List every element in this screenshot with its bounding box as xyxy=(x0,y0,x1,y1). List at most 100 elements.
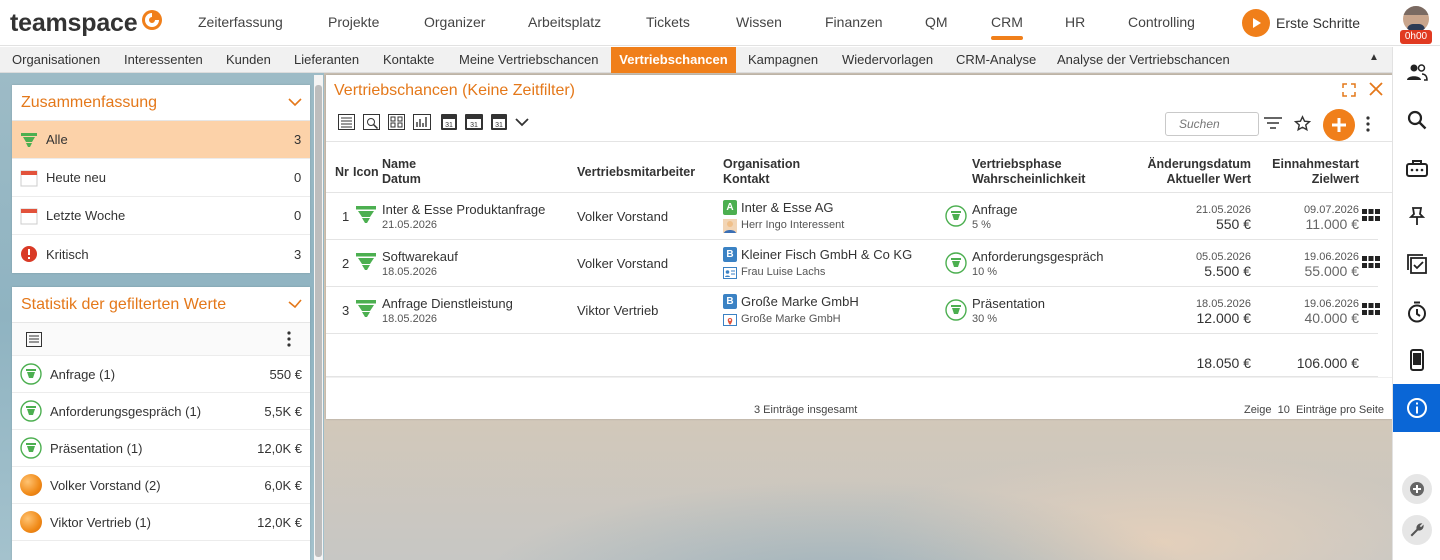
nav-finanzen[interactable]: Finanzen xyxy=(825,14,883,30)
mobile-phone-icon[interactable] xyxy=(1393,341,1440,379)
subnav-kampagnen[interactable]: Kampagnen xyxy=(748,47,818,73)
subnav-wiedervorlagen[interactable]: Wiedervorlagen xyxy=(842,47,933,73)
subnav-interessenten[interactable]: Interessenten xyxy=(124,47,203,73)
summary-title[interactable]: Zusammenfassung xyxy=(12,85,310,121)
grid-menu-icon[interactable] xyxy=(1362,256,1380,270)
col-probability[interactable]: Wahrscheinlichkeit xyxy=(972,172,1085,187)
list-view-icon[interactable] xyxy=(338,114,355,130)
stats-item-anfrage[interactable]: Anfrage (1) 550 € xyxy=(12,356,310,393)
row-organisation[interactable]: Große Marke GmbH xyxy=(741,294,859,309)
calendar-month-icon[interactable]: 31 xyxy=(491,114,507,130)
stats-item-viktor-vertrieb[interactable]: Viktor Vertrieb (1) 12,0K € xyxy=(12,504,310,541)
expand-icon[interactable] xyxy=(1342,83,1356,97)
user-avatar[interactable]: 0h00 xyxy=(1400,6,1432,44)
nav-tickets[interactable]: Tickets xyxy=(646,14,690,30)
row-organisation[interactable]: Inter & Esse AG xyxy=(741,200,834,215)
pin-icon[interactable] xyxy=(1393,197,1440,235)
subnav-analyse-vertriebschancen[interactable]: Analyse der Vertriebschancen xyxy=(1057,47,1230,73)
search-input[interactable]: Suchen xyxy=(1165,112,1259,136)
collapse-up-icon[interactable]: ▲ xyxy=(1369,52,1379,63)
star-icon[interactable] xyxy=(1294,115,1311,132)
subnav-kontakte[interactable]: Kontakte xyxy=(383,47,434,73)
subnav-vertriebschancen[interactable]: Vertriebschancen xyxy=(611,47,736,73)
subnav-organisationen[interactable]: Organisationen xyxy=(12,47,100,73)
table-row[interactable]: 1 Inter & Esse Produktanfrage 21.05.2026… xyxy=(326,193,1380,240)
col-name[interactable]: Name xyxy=(382,157,416,172)
col-icon[interactable]: Icon xyxy=(353,165,379,180)
grid-menu-icon[interactable] xyxy=(1362,209,1380,223)
chevron-down-icon[interactable] xyxy=(288,299,302,309)
stats-title[interactable]: Statistik der gefilterten Werte xyxy=(12,287,310,323)
row-name[interactable]: Softwarekauf xyxy=(382,249,458,264)
more-vertical-icon[interactable] xyxy=(287,331,291,347)
wrench-icon[interactable] xyxy=(1402,515,1432,545)
col-current-value[interactable]: Aktueller Wert xyxy=(1166,172,1251,187)
list-view-icon[interactable] xyxy=(26,332,42,347)
info-icon[interactable] xyxy=(1393,384,1440,432)
col-contact[interactable]: Kontakt xyxy=(723,172,770,187)
nav-crm[interactable]: CRM xyxy=(991,14,1023,40)
nav-hr[interactable]: HR xyxy=(1065,14,1085,30)
nav-organizer[interactable]: Organizer xyxy=(424,14,485,30)
row-contact[interactable]: Herr Ingo Interessent xyxy=(741,219,844,231)
detail-view-icon[interactable] xyxy=(363,114,380,130)
tasks-icon[interactable] xyxy=(1393,245,1440,283)
contacts-icon[interactable] xyxy=(1393,53,1440,91)
stopwatch-icon[interactable] xyxy=(1393,293,1440,331)
calendar-day-icon[interactable]: 31 xyxy=(441,114,457,130)
col-organisation[interactable]: Organisation xyxy=(723,157,800,172)
subnav-meine-vertriebschancen[interactable]: Meine Vertriebschancen xyxy=(459,47,598,73)
summary-item-kritisch[interactable]: Kritisch 3 xyxy=(12,235,310,273)
close-icon[interactable] xyxy=(1369,82,1383,96)
col-date[interactable]: Datum xyxy=(382,172,421,187)
ticket-inbox-icon[interactable] xyxy=(1393,149,1440,187)
col-changed[interactable]: Änderungsdatum xyxy=(1148,157,1251,172)
chevron-down-icon[interactable] xyxy=(515,117,529,127)
row-employee[interactable]: Viktor Vertrieb xyxy=(577,303,658,318)
col-nr[interactable]: Nr xyxy=(335,165,349,180)
row-name[interactable]: Inter & Esse Produktanfrage xyxy=(382,202,545,217)
tile-view-icon[interactable] xyxy=(388,114,405,130)
summary-item-alle[interactable]: Alle 3 xyxy=(12,121,310,159)
nav-projekte[interactable]: Projekte xyxy=(328,14,379,30)
nav-zeiterfassung[interactable]: Zeiterfassung xyxy=(198,14,283,30)
nav-arbeitsplatz[interactable]: Arbeitsplatz xyxy=(528,14,601,30)
chevron-down-icon[interactable] xyxy=(288,97,302,107)
add-circle-icon[interactable] xyxy=(1402,474,1432,504)
row-contact[interactable]: Frau Luise Lachs xyxy=(741,266,825,278)
subnav-crm-analyse[interactable]: CRM-Analyse xyxy=(956,47,1036,73)
left-scrollbar[interactable] xyxy=(314,75,323,560)
filter-icon[interactable] xyxy=(1263,115,1283,131)
calendar-week-icon[interactable]: 31 xyxy=(465,114,483,130)
stats-item-volker-vorstand[interactable]: Volker Vorstand (2) 6,0K € xyxy=(12,467,310,504)
stats-item-praesentation[interactable]: Präsentation (1) 12,0K € xyxy=(12,430,310,467)
row-organisation[interactable]: Kleiner Fisch GmbH & Co KG xyxy=(741,247,912,262)
getting-started-button[interactable]: Erste Schritte xyxy=(1242,9,1360,37)
scrollbar-thumb[interactable] xyxy=(315,85,322,557)
row-employee[interactable]: Volker Vorstand xyxy=(577,256,668,271)
row-name[interactable]: Anfrage Dienstleistung xyxy=(382,296,513,311)
grid-menu-icon[interactable] xyxy=(1362,303,1380,317)
chart-view-icon[interactable] xyxy=(413,114,433,130)
table-row[interactable]: 3 Anfrage Dienstleistung 18.05.2026 Vikt… xyxy=(326,287,1380,334)
nav-controlling[interactable]: Controlling xyxy=(1128,14,1195,30)
stats-item-anforderungsgespraech[interactable]: Anforderungsgespräch (1) 5,5K € xyxy=(12,393,310,430)
subnav-kunden[interactable]: Kunden xyxy=(226,47,271,73)
nav-qm[interactable]: QM xyxy=(925,14,948,30)
row-contact[interactable]: Große Marke GmbH xyxy=(741,313,841,325)
more-vertical-icon[interactable] xyxy=(1366,116,1370,132)
summary-item-heute-neu[interactable]: Heute neu 0 xyxy=(12,159,310,197)
search-icon[interactable] xyxy=(1393,101,1440,139)
table-row[interactable]: 2 Softwarekauf 18.05.2026 Volker Vorstan… xyxy=(326,240,1380,287)
col-target-value[interactable]: Zielwert xyxy=(1312,172,1359,187)
page-size-selector[interactable]: Zeige 10 Einträge pro Seite xyxy=(1244,404,1384,416)
teamspace-logo[interactable]: teamspace xyxy=(10,9,164,37)
nav-wissen[interactable]: Wissen xyxy=(736,14,782,30)
add-opportunity-button[interactable] xyxy=(1323,109,1355,141)
subnav-lieferanten[interactable]: Lieferanten xyxy=(294,47,359,73)
summary-item-letzte-woche[interactable]: Letzte Woche 0 xyxy=(12,197,310,235)
row-employee[interactable]: Volker Vorstand xyxy=(577,209,668,224)
col-employee[interactable]: Vertriebsmitarbeiter xyxy=(577,165,695,180)
col-revenue-start[interactable]: Einnahmestart xyxy=(1272,157,1359,172)
col-phase[interactable]: Vertriebsphase xyxy=(972,157,1062,172)
